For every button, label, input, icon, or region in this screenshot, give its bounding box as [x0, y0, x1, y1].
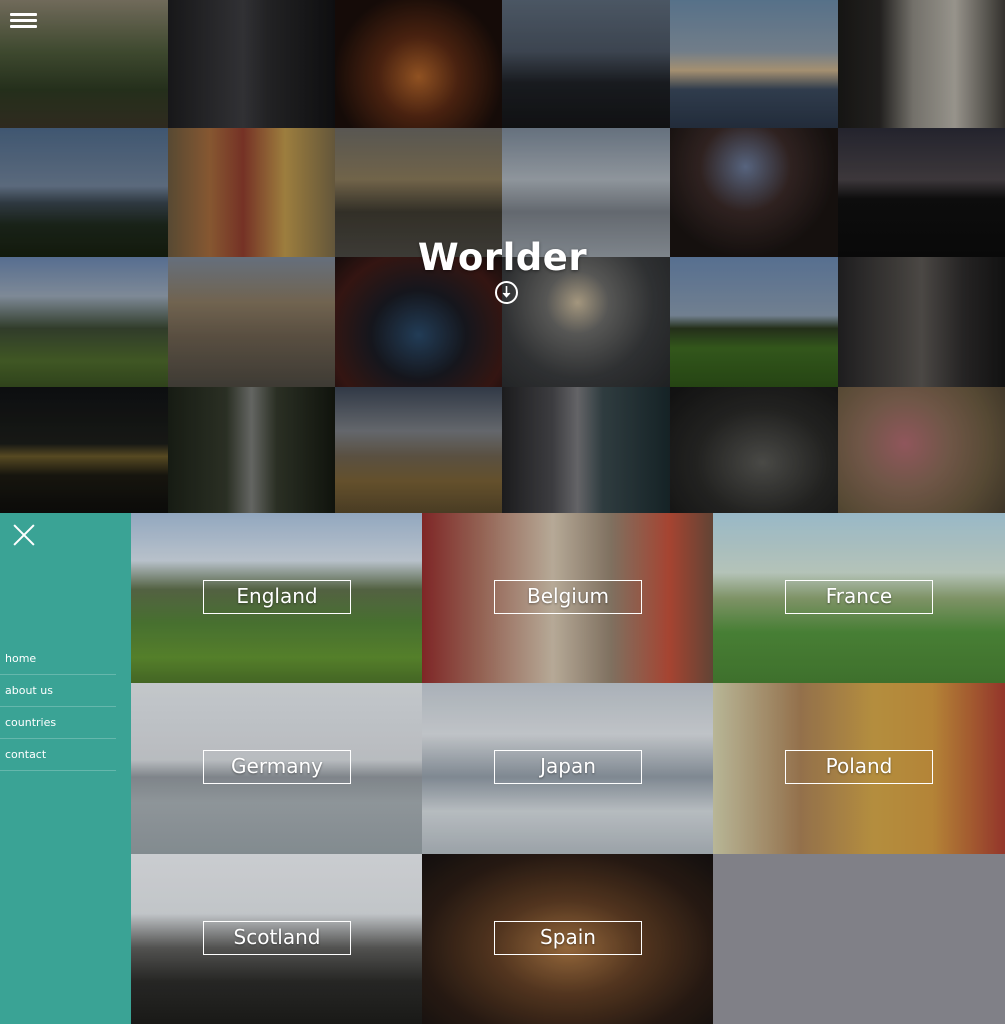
menu-link[interactable]: home — [0, 643, 116, 675]
country-card-germany[interactable]: Germany — [131, 683, 422, 854]
close-icon[interactable] — [12, 523, 36, 547]
menu-item-contact[interactable]: contact — [0, 739, 116, 771]
menu-link[interactable]: contact — [0, 739, 116, 771]
mosaic-photo — [168, 387, 335, 513]
menu-item-home[interactable]: home — [0, 643, 116, 675]
hamburger-icon[interactable] — [10, 13, 37, 29]
mosaic-photo — [838, 387, 1005, 513]
country-label: Scotland — [203, 921, 351, 955]
country-label: Belgium — [494, 580, 642, 614]
country-label: England — [203, 580, 351, 614]
side-menu: home about us countries contact — [0, 513, 131, 1024]
mosaic-photo — [168, 0, 335, 128]
country-label: Japan — [494, 750, 642, 784]
country-label: Germany — [203, 750, 351, 784]
mosaic-photo — [502, 0, 670, 128]
site-title: Worlder — [417, 236, 588, 279]
mosaic-photo — [670, 387, 838, 513]
menu-item-about-us[interactable]: about us — [0, 675, 116, 707]
country-label: Poland — [785, 750, 933, 784]
mosaic-photo — [502, 387, 670, 513]
countries-section: home about us countries contact England … — [0, 513, 1005, 1024]
mosaic-photo — [838, 0, 1005, 128]
country-card-scotland[interactable]: Scotland — [131, 854, 422, 1024]
country-card-japan[interactable]: Japan — [422, 683, 713, 854]
country-card-england[interactable]: England — [131, 513, 422, 683]
country-card-france[interactable]: France — [713, 513, 1005, 683]
menu-link[interactable]: about us — [0, 675, 116, 707]
mosaic-photo — [335, 0, 502, 128]
photo-mosaic: Worlder — [0, 0, 1005, 513]
menu-link[interactable]: countries — [0, 707, 116, 739]
country-card-spain[interactable]: Spain — [422, 854, 713, 1024]
mosaic-photo — [335, 387, 502, 513]
country-label: France — [785, 580, 933, 614]
empty-grid-cell — [713, 854, 1005, 1024]
mosaic-photo — [0, 387, 168, 513]
mosaic-photo — [670, 0, 838, 128]
menu-item-countries[interactable]: countries — [0, 707, 116, 739]
scroll-down-icon[interactable] — [495, 281, 518, 304]
country-card-belgium[interactable]: Belgium — [422, 513, 713, 683]
country-label: Spain — [494, 921, 642, 955]
country-card-poland[interactable]: Poland — [713, 683, 1005, 854]
menu-list: home about us countries contact — [0, 643, 116, 771]
